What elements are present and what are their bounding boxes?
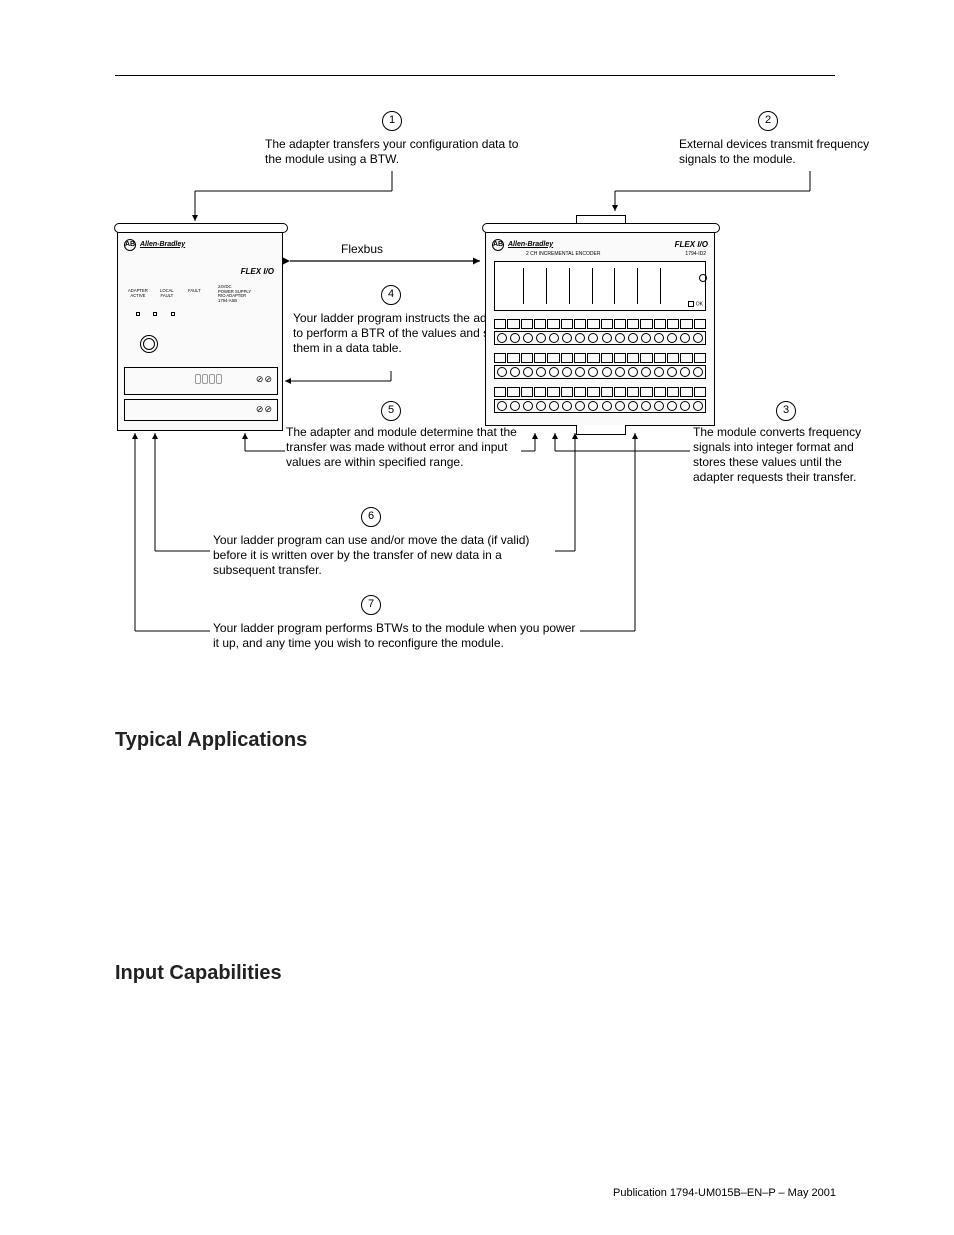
module-dot-row-1: [494, 331, 706, 345]
adapter-led-adapter: ADAPTERACTIVE: [128, 289, 148, 298]
adapter-slot2-sym: ⊘⊘: [256, 404, 273, 415]
module-sq-row-3: [494, 387, 706, 397]
adapter-led-row: [136, 305, 175, 320]
callout-7-text: Your ladder program performs BTWs to the…: [213, 621, 583, 651]
callout-3-text: The module converts frequency signals in…: [693, 425, 868, 485]
adapter-power-label: 24VDCPOWER SUPPLYRIO ADAPTER1794-ASB: [218, 285, 251, 303]
callout-1-bubble: 1: [382, 111, 402, 131]
adapter-brand: Allen-Bradley: [140, 241, 185, 250]
module-sq-row-1: [494, 319, 706, 329]
callout-7-bubble: 7: [361, 595, 381, 615]
ab-logo-icon: AB: [492, 239, 504, 251]
adapter-led-fault: FAULT: [188, 289, 201, 294]
callout-3-bubble: 3: [776, 401, 796, 421]
callout-5-text: The adapter and module determine that th…: [286, 425, 521, 470]
module-flex-label: FLEX I/O: [675, 240, 708, 250]
callout-1-text: The adapter transfers your configuration…: [265, 137, 525, 167]
adapter-led-local: LOCALFAULT: [160, 289, 174, 298]
callout-2-bubble: 2: [758, 111, 778, 131]
callout-5-bubble: 5: [381, 401, 401, 421]
module-device: AB Allen-Bradley FLEX I/O 2 CH INCREMENT…: [485, 226, 715, 426]
adapter-slot-2: ⊘⊘: [124, 399, 278, 421]
top-rule: [115, 75, 835, 76]
callout-6-text: Your ladder program can use and/or move …: [213, 533, 553, 578]
adapter-disc-icon: [140, 335, 158, 353]
adapter-slot1-sym: ⊘⊘: [256, 374, 273, 385]
module-subtitle: 2 CH INCREMENTAL ENCODER: [526, 251, 600, 257]
flexbus-label: Flexbus: [341, 242, 383, 257]
module-dot-row-2: [494, 365, 706, 379]
heading-input-capabilities: Input Capabilities: [115, 962, 835, 985]
callout-4-bubble: 4: [381, 285, 401, 305]
module-brand: Allen-Bradley: [508, 241, 553, 250]
module-display: OK: [494, 261, 706, 311]
adapter-flex-label: FLEX I/O: [241, 267, 274, 277]
adapter-slot-1: ⊘⊘: [124, 367, 278, 395]
ab-logo-icon: AB: [124, 239, 136, 251]
flow-diagram: 1 The adapter transfers your configurati…: [115, 111, 835, 701]
module-ok-led: OK: [688, 301, 703, 308]
heading-typical-applications: Typical Applications: [115, 729, 835, 752]
publication-footer: Publication 1794-UM015B–EN–P – May 2001: [0, 1187, 954, 1199]
module-catalog: 1794-ID2: [685, 251, 706, 257]
callout-6-bubble: 6: [361, 507, 381, 527]
module-sq-row-2: [494, 353, 706, 363]
module-dot-row-3: [494, 399, 706, 413]
callout-2-text: External devices transmit frequency sign…: [679, 137, 879, 167]
adapter-device: AB Allen-Bradley FLEX I/O ADAPTERACTIVE …: [117, 226, 283, 431]
